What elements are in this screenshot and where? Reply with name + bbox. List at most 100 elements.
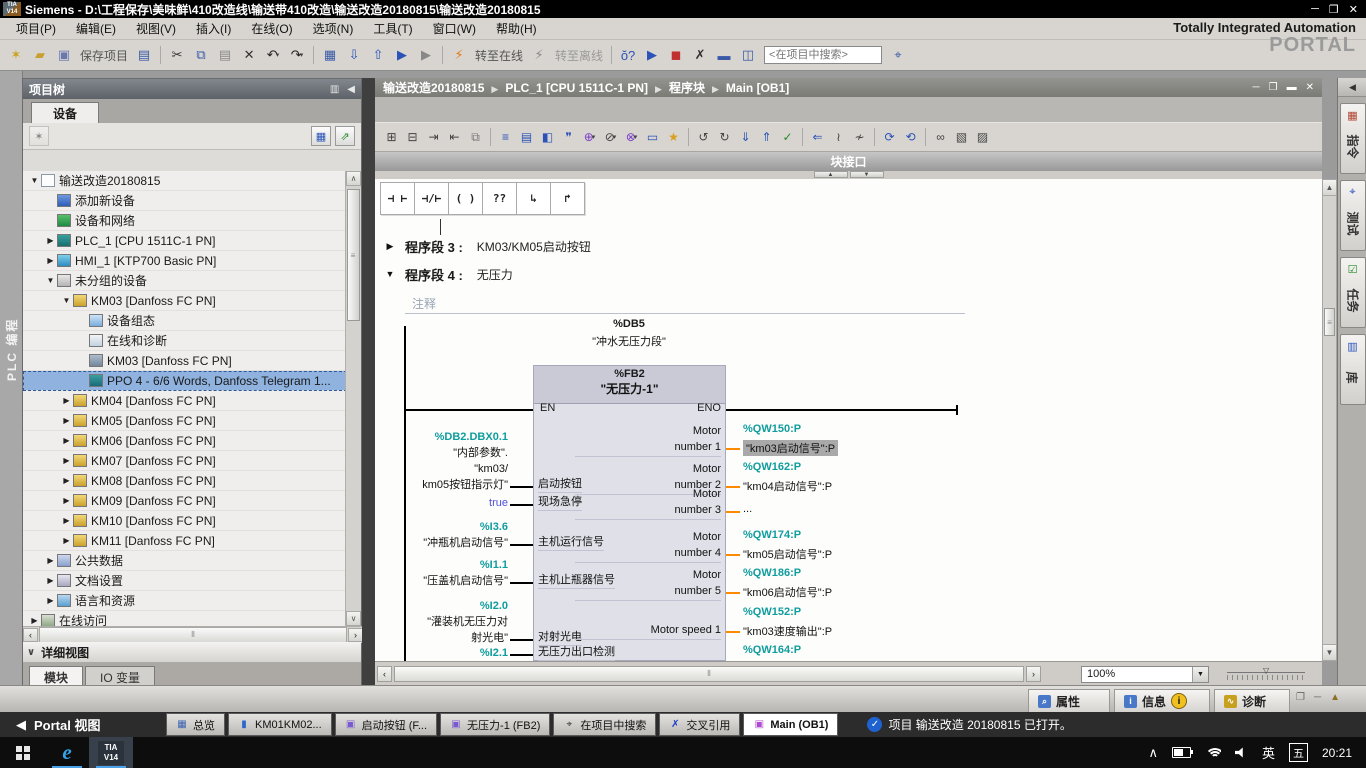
scroll-down-icon[interactable]: ∨	[346, 611, 361, 626]
tree-vertical-scrollbar[interactable]: ∧ ≡ ∨	[345, 171, 361, 626]
start-cpu-icon[interactable]: ▶	[391, 44, 413, 66]
zoom-slider-handle[interactable]: ▽	[1263, 666, 1269, 675]
scroll-left-icon[interactable]: ‹	[23, 628, 38, 642]
hscroll-left-icon[interactable]: ‹	[377, 666, 392, 682]
dropdown-arrow-icon[interactable]: ▾	[300, 51, 304, 59]
box-frame-icon[interactable]: ▭	[643, 128, 662, 147]
editor-scroll-thumb[interactable]: ≡	[1324, 308, 1335, 336]
tree-expander-icon[interactable]: ▶	[61, 496, 72, 505]
detail-tab-io-tags[interactable]: IO 变量	[85, 666, 155, 687]
output-operand-address[interactable]: %QW150:P	[743, 423, 801, 435]
tree-item-22[interactable]: ▶在线访问	[23, 611, 347, 626]
editor-scroll-up-icon[interactable]: ▲	[1323, 180, 1336, 196]
breadcrumb-item-2[interactable]: 程序块	[669, 81, 705, 95]
nc-contact-button[interactable]: ⊣/⊢	[414, 182, 449, 215]
show-operand-icon[interactable]: ◧	[538, 128, 557, 147]
compile-block-icon[interactable]: ✓	[778, 128, 797, 147]
open-branch-icon[interactable]: ⇥	[424, 128, 443, 147]
menu-item-e[interactable]: 编辑(E)	[66, 18, 126, 39]
no-contact-button[interactable]: ⊣ ⊢	[380, 182, 415, 215]
output-operand-name[interactable]: ...	[743, 503, 752, 515]
compile-icon[interactable]: ▦	[319, 44, 341, 66]
upload-from-device-icon[interactable]: ⇧	[367, 44, 389, 66]
inspector-restore-icon[interactable]: ❐	[1296, 692, 1305, 703]
download-to-device-icon[interactable]: ⇩	[343, 44, 365, 66]
output-pin-2[interactable]: Motornumber 3	[575, 486, 721, 520]
start-button[interactable]	[0, 737, 45, 768]
tree-item-14[interactable]: ▶KM07 [Danfoss FC PN]	[23, 451, 347, 471]
block-interface-bar[interactable]: 块接口	[375, 152, 1322, 171]
editor-maximize-icon[interactable]: ▬	[1287, 82, 1297, 93]
cross-reference-icon[interactable]: ✗	[689, 44, 711, 66]
tree-item-7[interactable]: 设备组态	[23, 311, 347, 331]
inspector-tab-属性[interactable]: ⌕属性	[1028, 689, 1110, 712]
tia-taskbar-button[interactable]: TIAV14	[89, 737, 133, 768]
edge-taskbar-button[interactable]: e	[45, 737, 89, 768]
tree-expander-icon[interactable]: ▶	[45, 236, 56, 245]
instance-db-address[interactable]: %DB5	[519, 318, 739, 330]
rail-tab-库[interactable]: ▥库	[1340, 334, 1366, 405]
stop-simulation-icon[interactable]: ◼	[665, 44, 687, 66]
glasses-icon[interactable]: ∞	[931, 128, 950, 147]
tree-expander-icon[interactable]: ▶	[45, 256, 56, 265]
redo-icon[interactable]: ↷▾	[286, 44, 308, 66]
project-search-input[interactable]	[764, 46, 882, 64]
task-button-启动按钮 (F...[interactable]: ▣启动按钮 (F...	[335, 713, 437, 736]
task-button-Main (OB1)[interactable]: ▣Main (OB1)	[743, 713, 838, 736]
undo-jump-icon[interactable]: ↺	[694, 128, 713, 147]
splitter-down-icon[interactable]: ▼	[850, 171, 884, 178]
zoom-dropdown-icon[interactable]: ▼	[1192, 667, 1208, 682]
network-4-header[interactable]: ▼ 程序段 4 : 无压力	[375, 262, 1322, 286]
tree-expander-icon[interactable]: ▶	[29, 616, 40, 625]
rail-tab-任务[interactable]: ☑任务	[1340, 257, 1366, 328]
tree-item-0[interactable]: ▼输送改造20180815	[23, 171, 347, 191]
portal-view-button[interactable]: ◀ Portal 视图	[0, 715, 166, 734]
editor-close-icon[interactable]: ✕	[1306, 82, 1314, 93]
editor-minimize-icon[interactable]: ─	[1253, 82, 1260, 93]
operand-info-icon[interactable]: ⊘▾	[601, 128, 620, 147]
menu-item-v[interactable]: 视图(V)	[126, 18, 186, 39]
battery-icon[interactable]	[1172, 747, 1191, 758]
stop-cpu-icon[interactable]: ▶	[415, 44, 437, 66]
inspector-tab-诊断[interactable]: ∿诊断	[1214, 689, 1290, 712]
copy-icon[interactable]: ⧉	[190, 44, 212, 66]
close-branch-button[interactable]: ↱	[550, 182, 585, 215]
inspector-expand-icon[interactable]: ▲	[1330, 692, 1340, 703]
menu-item-o[interactable]: 在线(O)	[241, 18, 302, 39]
input-operand-5[interactable]: %I2.1	[375, 645, 508, 661]
tree-expander-icon[interactable]: ▶	[45, 596, 56, 605]
tree-expander-icon[interactable]: ▶	[61, 536, 72, 545]
output-operand-address[interactable]: %QW186:P	[743, 567, 801, 579]
tree-expander-icon[interactable]: ▼	[61, 296, 72, 305]
instance-db-name[interactable]: "冲水无压力段"	[519, 333, 739, 349]
tree-item-5[interactable]: ▼未分组的设备	[23, 271, 347, 291]
output-operand-name[interactable]: "km04启动信号":P	[743, 478, 832, 494]
output-operand-name[interactable]: "km06启动信号":P	[743, 584, 832, 600]
tree-item-15[interactable]: ▶KM08 [Danfoss FC PN]	[23, 471, 347, 491]
table-view-icon[interactable]: ▦	[311, 126, 331, 146]
dropdown-arrow-icon[interactable]: ▾	[276, 51, 280, 59]
tree-expander-icon[interactable]: ▶	[45, 556, 56, 565]
online-diagnostics-icon[interactable]: ŏ?	[617, 44, 639, 66]
detail-tab-modules[interactable]: 模块	[29, 666, 83, 687]
en-pin[interactable]: EN	[540, 402, 555, 414]
ime-icon[interactable]: 五	[1289, 743, 1308, 762]
modify-icon[interactable]: ▨	[973, 128, 992, 147]
editor-restore-icon[interactable]: ❐	[1269, 82, 1278, 93]
dropdown-arrow-icon[interactable]: ▾	[592, 133, 596, 141]
input-operand-1[interactable]: true	[375, 495, 508, 511]
paste-icon[interactable]: ▤	[214, 44, 236, 66]
output-pin-0[interactable]: Motornumber 1	[575, 423, 721, 457]
tree-item-17[interactable]: ▶KM10 [Danfoss FC PN]	[23, 511, 347, 531]
breadcrumb-item-1[interactable]: PLC_1 [CPU 1511C-1 PN]	[505, 81, 648, 95]
tree-item-6[interactable]: ▼KM03 [Danfoss FC PN]	[23, 291, 347, 311]
chevron-down-icon[interactable]: ∨	[27, 647, 35, 658]
tree-expander-icon[interactable]: ▶	[61, 396, 72, 405]
save-project-icon[interactable]: ▣	[53, 44, 75, 66]
snapshot-icon[interactable]: ▧	[952, 128, 971, 147]
panel-divider[interactable]	[362, 78, 375, 685]
editor-vertical-scrollbar[interactable]: ▲ ≡ ▼	[1322, 179, 1337, 661]
export-icon[interactable]: ⇗	[335, 126, 355, 146]
network-comment-icon[interactable]: ❞	[559, 128, 578, 147]
download-block-icon[interactable]: ⇓	[736, 128, 755, 147]
